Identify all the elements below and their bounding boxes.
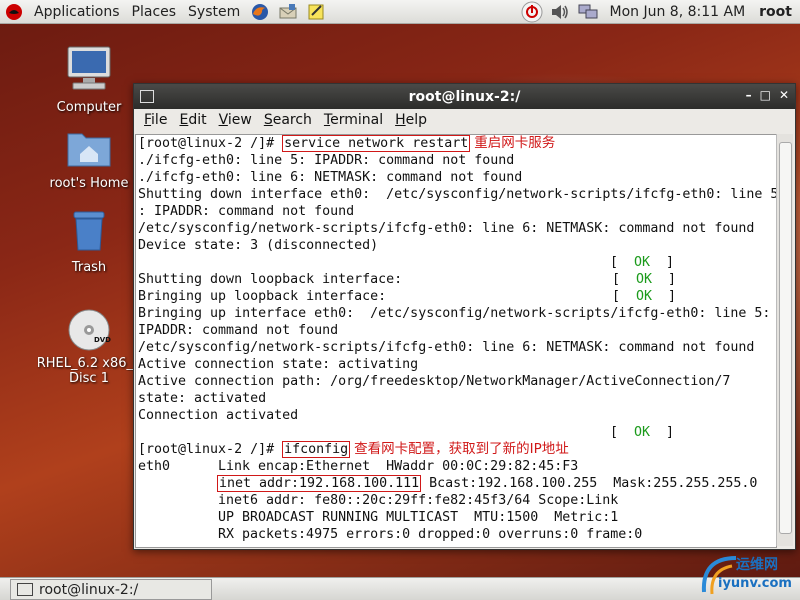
desktop-icon-computer[interactable]: Computer [34,44,144,115]
desktop-icon-label: Trash [71,260,107,275]
menu-file[interactable]: File [138,112,173,128]
ok-status: OK [634,255,651,270]
prompt: [root@linux-2 /]# [138,136,283,151]
desktop-icon-home[interactable]: root's Home [34,128,144,191]
interface-name: eth0 [138,459,171,474]
desktop-icon-label: root's Home [49,176,129,191]
terminal-line: UP BROADCAST RUNNING MULTICAST MTU:1500 … [136,509,776,526]
ifconfig-field: Bcast:192.168.100.255 Mask:255.255.255.0 [429,476,758,491]
ifconfig-field: Link encap:Ethernet HWaddr 00:0C:29:82:4… [218,459,579,474]
window-title: root@linux-2:/ [408,88,521,105]
ok-status: OK [634,425,651,440]
mail-client-icon[interactable] [277,2,299,22]
terminal-line: Shutting down loopback interface:[ OK ] [138,272,677,287]
terminal-line: /etc/sysconfig/network-scripts/ifcfg-eth… [138,340,755,355]
ifconfig-field: inet6 addr: fe80::20c:29ff:fe82:45f3/64 … [218,493,619,508]
applications-menu[interactable]: Applications [28,4,126,20]
scrollbar-thumb[interactable] [779,142,792,534]
status-label: Shutting down loopback interface: [138,272,403,287]
ifconfig-field: UP BROADCAST RUNNING MULTICAST MTU:1500 … [218,510,619,525]
desktop-icon-label: RHEL_6.2 x86_6 [36,356,142,371]
notes-editor-icon[interactable] [305,2,327,22]
dvd-disc-icon: DVD [67,308,111,352]
menu-search[interactable]: Search [258,112,318,128]
terminal-line: ./ifcfg-eth0: line 5: IPADDR: command no… [138,153,515,168]
terminal-menubar: File Edit View Search Terminal Help [134,109,795,131]
terminal-line: IPADDR: command not found [138,323,339,338]
menu-help[interactable]: Help [389,112,433,128]
desktop-icon-label-2: Disc 1 [69,371,109,386]
panel-tray: Mon Jun 8, 8:11 AM root [518,0,800,24]
redhat-logo-icon[interactable] [3,2,25,22]
window-titlebar[interactable]: root@linux-2:/ – □ ✕ [134,84,795,109]
terminal-line: Shutting down interface eth0: /etc/sysco… [138,187,777,202]
terminal-line: ./ifcfg-eth0: line 6: NETMASK: command n… [138,170,523,185]
volume-icon[interactable] [549,2,571,22]
annotation: 重启网卡服务 [474,135,556,151]
menu-terminal[interactable]: Terminal [318,112,389,128]
terminal-line: : IPADDR: command not found [138,204,355,219]
ok-status: OK [636,272,653,287]
terminal-line: inet addr:192.168.100.111 Bcast:192.168.… [136,475,776,492]
prompt: [root@linux-2 /]# [138,442,283,457]
terminal-line: [root@linux-2 /]# service network restar… [136,135,776,152]
top-panel: Applications Places System Mon Jun 8, 8:… [0,0,800,24]
annotation: 查看网卡配置，获取到了新的IP地址 [354,441,569,457]
update-notifier-icon[interactable] [521,1,543,23]
terminal-window: root@linux-2:/ – □ ✕ File Edit View Sear… [133,83,796,550]
status-label: Bringing up loopback interface: [138,289,387,304]
terminal-line: Device state: 3 (disconnected) [138,238,379,253]
terminal-line: Bringing up loopback interface:[ OK ] [138,289,677,304]
maximize-icon[interactable]: □ [760,88,771,102]
system-menu[interactable]: System [182,4,246,20]
terminal-line: [root@linux-2 /]# ifconfig 查看网卡配置，获取到了新的I… [136,441,776,458]
bottom-panel: root@linux-2:/ [0,577,800,600]
terminal-line: [ OK ] [610,255,675,270]
trash-icon [34,208,144,256]
terminal-window-icon [17,583,33,596]
watermark-cn: 运维网 [736,557,778,573]
taskbar-window-label: root@linux-2:/ [39,581,139,598]
ifconfig-field: RX packets:4975 errors:0 dropped:0 overr… [218,527,643,542]
terminal-line: [ OK ] [610,425,675,440]
terminal-line: state: activated [138,391,267,406]
command-highlight: ifconfig [282,441,351,458]
places-menu[interactable]: Places [126,4,183,20]
terminal-line: inet6 addr: fe80::20c:29ff:fe82:45f3/64 … [136,492,776,509]
minimize-icon[interactable]: – [746,88,752,102]
terminal-line: Active connection path: /org/freedesktop… [138,374,731,389]
desktop-icon-trash[interactable]: Trash [34,208,144,275]
watermark-url: iyunv.com [718,576,792,591]
clock[interactable]: Mon Jun 8, 8:11 AM [602,4,760,20]
terminal-line: eth0 Link encap:Ethernet HWaddr 00:0C:29:… [136,458,776,475]
menu-edit[interactable]: Edit [173,112,212,128]
command-highlight: service network restart [282,135,471,152]
desktop-icon-dvd[interactable]: DVD RHEL_6.2 x86_6 Disc 1 [34,308,144,386]
user-menu[interactable]: root [759,4,800,20]
terminal-scrollbar[interactable] [776,134,793,546]
home-folder-icon [34,128,144,172]
terminal-line: Connection activated [138,408,299,423]
network-icon[interactable] [577,2,599,22]
firefox-icon[interactable] [249,2,271,22]
close-icon[interactable]: ✕ [779,88,789,102]
terminal-line: Bringing up interface eth0: /etc/sysconf… [138,306,771,321]
site-watermark: 运维网 iyunv.com [698,552,798,600]
menu-view[interactable]: View [213,112,258,128]
dvd-badge: DVD [93,336,111,344]
ok-status: OK [636,289,653,304]
terminal-line: RX packets:4975 errors:0 dropped:0 overr… [136,526,776,543]
terminal-output[interactable]: [root@linux-2 /]# service network restar… [135,134,777,548]
computer-icon [34,44,144,96]
taskbar-window-button[interactable]: root@linux-2:/ [10,579,212,600]
desktop-icon-label: Computer [56,100,122,115]
terminal-line: /etc/sysconfig/network-scripts/ifcfg-eth… [138,221,755,236]
terminal-line: Active connection state: activating [138,357,419,372]
ip-address-highlight: inet addr:192.168.100.111 [217,475,422,492]
